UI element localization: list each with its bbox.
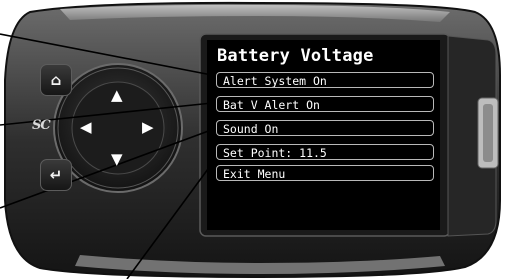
menu-item-exit[interactable]: Exit Menu — [216, 165, 434, 181]
arrow-down-icon[interactable]: ▼ — [111, 152, 123, 167]
screen-title: Battery Voltage — [217, 46, 374, 66]
device-screen: Battery Voltage Alert System On Bat V Al… — [207, 40, 440, 230]
home-icon: ⌂ — [50, 71, 62, 89]
menu-item-set-point[interactable]: Set Point: 11.5 — [216, 144, 434, 160]
menu-item-alert-system[interactable]: Alert System On — [216, 72, 434, 88]
brand-logo: SC — [32, 118, 51, 133]
arrow-left-icon[interactable]: ◀ — [80, 120, 92, 135]
arrow-up-icon[interactable]: ▲ — [111, 88, 123, 103]
menu-item-bat-v-alert[interactable]: Bat V Alert On — [216, 96, 434, 112]
menu-item-sound[interactable]: Sound On — [216, 120, 434, 136]
home-button[interactable]: ⌂ — [40, 64, 72, 96]
arrow-right-icon[interactable]: ▶ — [142, 120, 154, 135]
enter-icon: ↵ — [49, 166, 63, 184]
device-illustration: ⌂ ↵ SC ▲ ▼ ◀ ▶ Battery Voltage Alert Sys… — [0, 0, 505, 279]
enter-button[interactable]: ↵ — [40, 159, 72, 191]
